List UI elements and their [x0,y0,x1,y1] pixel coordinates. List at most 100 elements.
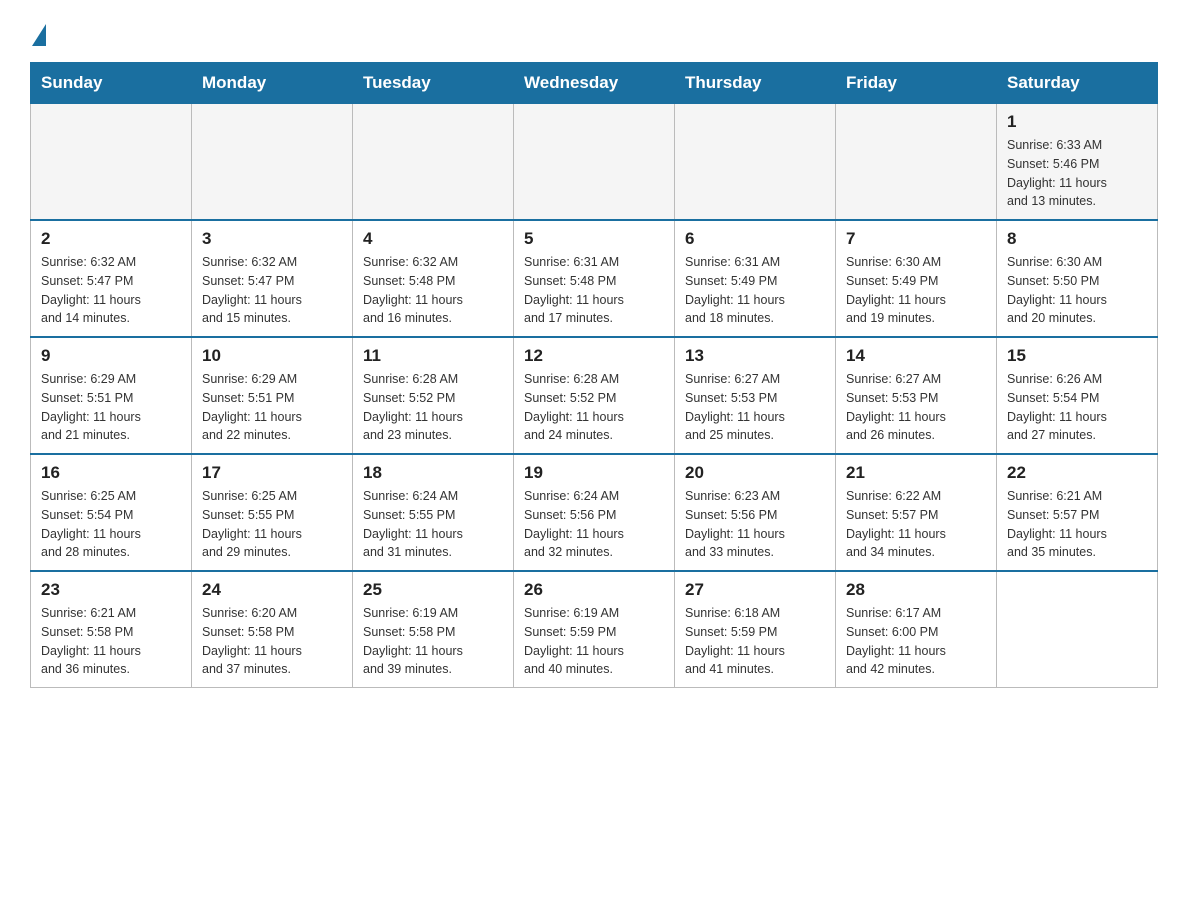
day-header-saturday: Saturday [997,63,1158,104]
day-info: Sunrise: 6:27 AM Sunset: 5:53 PM Dayligh… [685,370,825,445]
day-number: 16 [41,463,181,483]
calendar-cell [192,104,353,221]
day-info: Sunrise: 6:24 AM Sunset: 5:55 PM Dayligh… [363,487,503,562]
calendar-week-row: 2 Sunrise: 6:32 AM Sunset: 5:47 PM Daylig… [31,220,1158,337]
day-info: Sunrise: 6:29 AM Sunset: 5:51 PM Dayligh… [41,370,181,445]
day-number: 8 [1007,229,1147,249]
day-info: Sunrise: 6:30 AM Sunset: 5:49 PM Dayligh… [846,253,986,328]
day-number: 24 [202,580,342,600]
calendar-cell: 1 Sunrise: 6:33 AM Sunset: 5:46 PM Daylig… [997,104,1158,221]
day-info: Sunrise: 6:17 AM Sunset: 6:00 PM Dayligh… [846,604,986,679]
day-number: 10 [202,346,342,366]
calendar-cell: 21 Sunrise: 6:22 AM Sunset: 5:57 PM Dayli… [836,454,997,571]
day-info: Sunrise: 6:24 AM Sunset: 5:56 PM Dayligh… [524,487,664,562]
calendar-cell [353,104,514,221]
day-info: Sunrise: 6:31 AM Sunset: 5:49 PM Dayligh… [685,253,825,328]
calendar-cell: 26 Sunrise: 6:19 AM Sunset: 5:59 PM Dayli… [514,571,675,688]
logo-triangle-icon [32,24,46,46]
day-number: 28 [846,580,986,600]
calendar-cell: 5 Sunrise: 6:31 AM Sunset: 5:48 PM Daylig… [514,220,675,337]
day-info: Sunrise: 6:28 AM Sunset: 5:52 PM Dayligh… [363,370,503,445]
calendar-cell: 3 Sunrise: 6:32 AM Sunset: 5:47 PM Daylig… [192,220,353,337]
day-info: Sunrise: 6:21 AM Sunset: 5:57 PM Dayligh… [1007,487,1147,562]
day-number: 21 [846,463,986,483]
day-info: Sunrise: 6:19 AM Sunset: 5:59 PM Dayligh… [524,604,664,679]
calendar-cell: 18 Sunrise: 6:24 AM Sunset: 5:55 PM Dayli… [353,454,514,571]
logo [30,20,46,42]
day-number: 20 [685,463,825,483]
day-info: Sunrise: 6:25 AM Sunset: 5:55 PM Dayligh… [202,487,342,562]
day-info: Sunrise: 6:30 AM Sunset: 5:50 PM Dayligh… [1007,253,1147,328]
calendar-week-row: 1 Sunrise: 6:33 AM Sunset: 5:46 PM Daylig… [31,104,1158,221]
day-info: Sunrise: 6:32 AM Sunset: 5:47 PM Dayligh… [41,253,181,328]
calendar-cell: 7 Sunrise: 6:30 AM Sunset: 5:49 PM Daylig… [836,220,997,337]
calendar-cell [31,104,192,221]
day-number: 2 [41,229,181,249]
day-header-wednesday: Wednesday [514,63,675,104]
day-number: 3 [202,229,342,249]
day-info: Sunrise: 6:21 AM Sunset: 5:58 PM Dayligh… [41,604,181,679]
day-number: 19 [524,463,664,483]
day-info: Sunrise: 6:19 AM Sunset: 5:58 PM Dayligh… [363,604,503,679]
calendar-cell: 22 Sunrise: 6:21 AM Sunset: 5:57 PM Dayli… [997,454,1158,571]
day-info: Sunrise: 6:22 AM Sunset: 5:57 PM Dayligh… [846,487,986,562]
calendar-cell [675,104,836,221]
day-info: Sunrise: 6:29 AM Sunset: 5:51 PM Dayligh… [202,370,342,445]
calendar-cell: 4Sunrise: 6:32 AM Sunset: 5:48 PM Daylig… [353,220,514,337]
calendar-cell: 17 Sunrise: 6:25 AM Sunset: 5:55 PM Dayli… [192,454,353,571]
day-header-monday: Monday [192,63,353,104]
day-info: Sunrise: 6:32 AM Sunset: 5:48 PM Dayligh… [363,253,503,328]
day-info: Sunrise: 6:20 AM Sunset: 5:58 PM Dayligh… [202,604,342,679]
day-info: Sunrise: 6:18 AM Sunset: 5:59 PM Dayligh… [685,604,825,679]
day-number: 7 [846,229,986,249]
calendar-week-row: 23 Sunrise: 6:21 AM Sunset: 5:58 PM Dayli… [31,571,1158,688]
day-header-sunday: Sunday [31,63,192,104]
day-header-tuesday: Tuesday [353,63,514,104]
day-info: Sunrise: 6:23 AM Sunset: 5:56 PM Dayligh… [685,487,825,562]
calendar-cell [514,104,675,221]
calendar-cell: 6 Sunrise: 6:31 AM Sunset: 5:49 PM Daylig… [675,220,836,337]
calendar-cell: 24 Sunrise: 6:20 AM Sunset: 5:58 PM Dayli… [192,571,353,688]
day-number: 11 [363,346,503,366]
calendar-header-row: SundayMondayTuesdayWednesdayThursdayFrid… [31,63,1158,104]
calendar-cell [836,104,997,221]
calendar-table: SundayMondayTuesdayWednesdayThursdayFrid… [30,62,1158,688]
calendar-cell: 13 Sunrise: 6:27 AM Sunset: 5:53 PM Dayli… [675,337,836,454]
day-number: 9 [41,346,181,366]
day-number: 18 [363,463,503,483]
day-info: Sunrise: 6:25 AM Sunset: 5:54 PM Dayligh… [41,487,181,562]
day-number: 26 [524,580,664,600]
calendar-cell: 11 Sunrise: 6:28 AM Sunset: 5:52 PM Dayli… [353,337,514,454]
day-number: 15 [1007,346,1147,366]
calendar-cell: 14 Sunrise: 6:27 AM Sunset: 5:53 PM Dayli… [836,337,997,454]
calendar-cell: 25 Sunrise: 6:19 AM Sunset: 5:58 PM Dayli… [353,571,514,688]
day-number: 13 [685,346,825,366]
calendar-cell: 15 Sunrise: 6:26 AM Sunset: 5:54 PM Dayli… [997,337,1158,454]
day-number: 5 [524,229,664,249]
calendar-cell: 27 Sunrise: 6:18 AM Sunset: 5:59 PM Dayli… [675,571,836,688]
day-info: Sunrise: 6:33 AM Sunset: 5:46 PM Dayligh… [1007,136,1147,211]
calendar-cell: 2 Sunrise: 6:32 AM Sunset: 5:47 PM Daylig… [31,220,192,337]
day-info: Sunrise: 6:32 AM Sunset: 5:47 PM Dayligh… [202,253,342,328]
calendar-cell: 19 Sunrise: 6:24 AM Sunset: 5:56 PM Dayli… [514,454,675,571]
day-number: 6 [685,229,825,249]
page-header [30,20,1158,42]
day-number: 17 [202,463,342,483]
day-info: Sunrise: 6:31 AM Sunset: 5:48 PM Dayligh… [524,253,664,328]
day-number: 23 [41,580,181,600]
calendar-cell: 10 Sunrise: 6:29 AM Sunset: 5:51 PM Dayli… [192,337,353,454]
day-info: Sunrise: 6:27 AM Sunset: 5:53 PM Dayligh… [846,370,986,445]
day-number: 27 [685,580,825,600]
calendar-cell: 12Sunrise: 6:28 AM Sunset: 5:52 PM Dayli… [514,337,675,454]
day-number: 1 [1007,112,1147,132]
calendar-cell: 28 Sunrise: 6:17 AM Sunset: 6:00 PM Dayli… [836,571,997,688]
day-number: 12 [524,346,664,366]
day-number: 25 [363,580,503,600]
day-header-friday: Friday [836,63,997,104]
day-number: 22 [1007,463,1147,483]
day-info: Sunrise: 6:26 AM Sunset: 5:54 PM Dayligh… [1007,370,1147,445]
calendar-cell: 16 Sunrise: 6:25 AM Sunset: 5:54 PM Dayli… [31,454,192,571]
calendar-cell: 23 Sunrise: 6:21 AM Sunset: 5:58 PM Dayli… [31,571,192,688]
calendar-cell: 9 Sunrise: 6:29 AM Sunset: 5:51 PM Daylig… [31,337,192,454]
day-number: 14 [846,346,986,366]
